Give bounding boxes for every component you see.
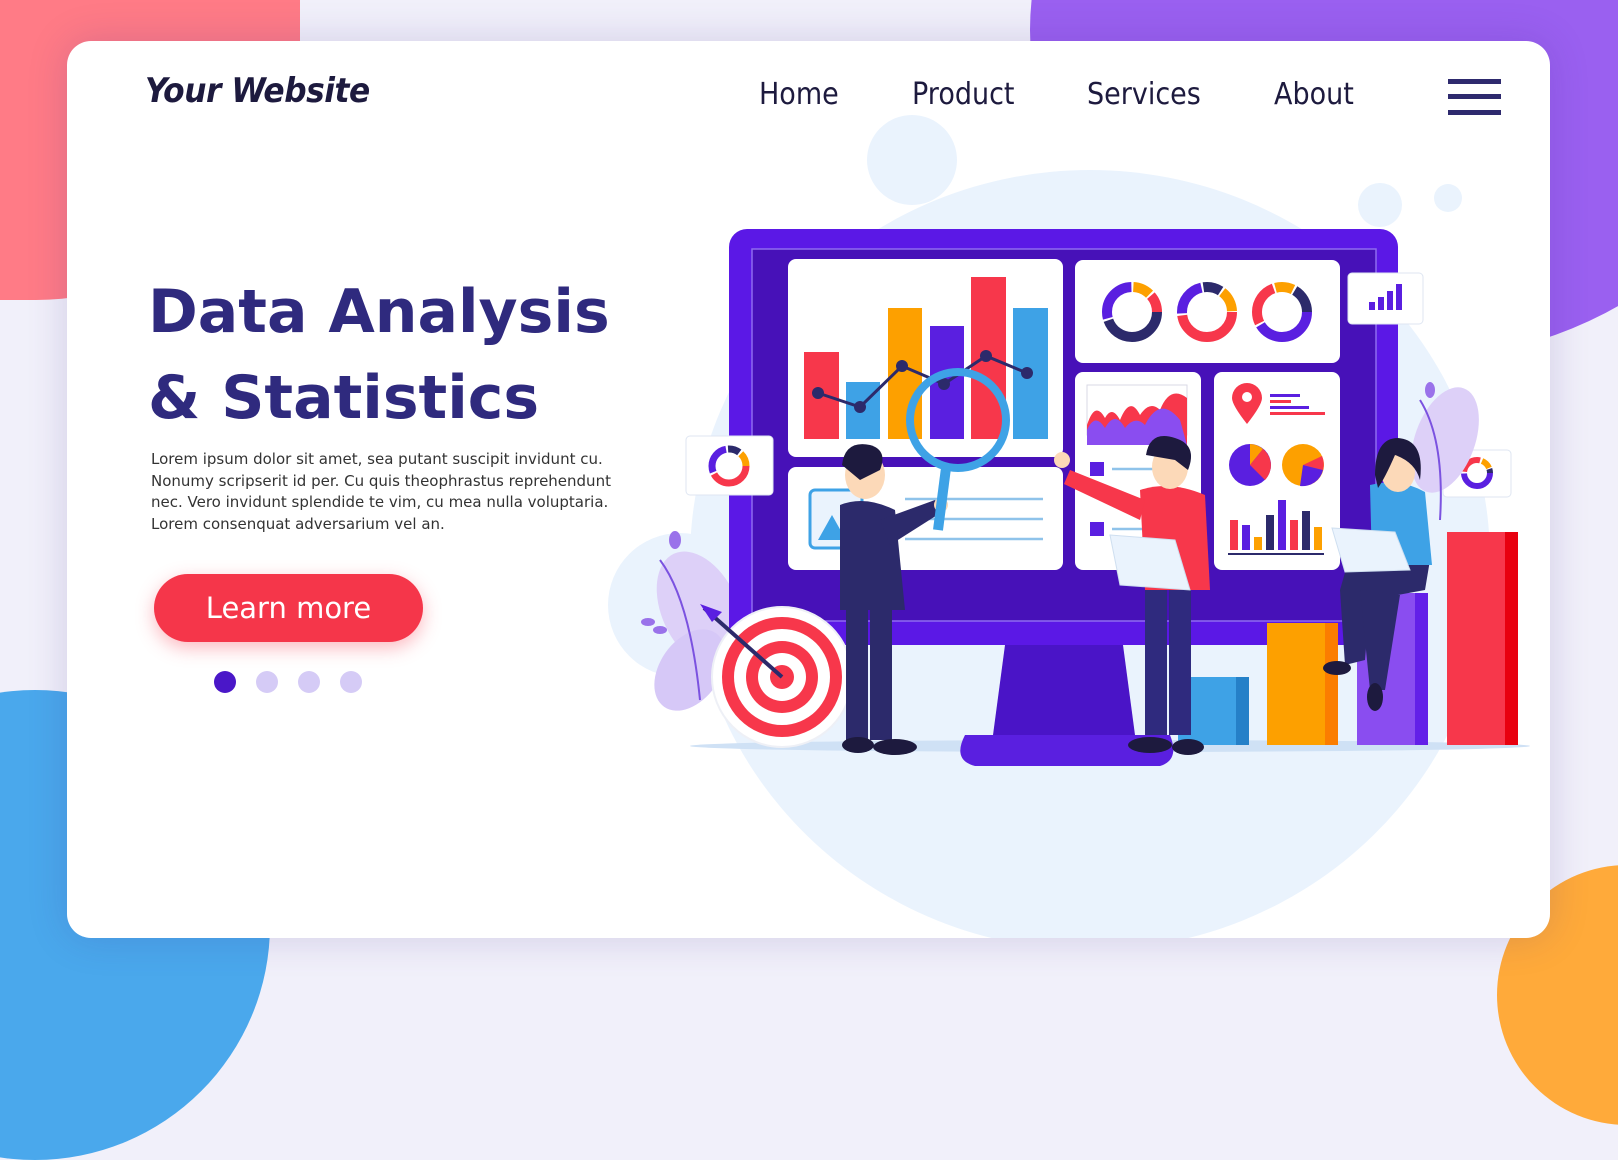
backdrop-circle-tiny-2 (1434, 184, 1462, 212)
landing-card: Your Website Home Product Services About… (67, 41, 1550, 938)
hero-title-line2: & Statistics (148, 363, 540, 433)
monitor-stand (993, 645, 1135, 735)
carousel-dot-4[interactable] (340, 671, 362, 693)
carousel-dot-3[interactable] (298, 671, 320, 693)
nav-about[interactable]: About (1274, 77, 1354, 112)
hamburger-line (1448, 94, 1501, 99)
hero-title: Data Analysis & Statistics (148, 269, 610, 441)
target-icon (700, 604, 853, 748)
floating-card-donut-left (685, 435, 774, 496)
main-nav: Home Product Services About (759, 77, 1354, 112)
hero-title-line1: Data Analysis (148, 277, 610, 347)
hamburger-menu-icon[interactable] (1448, 79, 1501, 115)
backdrop-circle-small (867, 115, 957, 205)
site-logo[interactable]: Your Website (145, 71, 370, 111)
floating-card-signal (1347, 272, 1424, 325)
carousel-dot-1[interactable] (214, 671, 236, 693)
hero-description: Lorem ipsum dolor sit amet, sea putant s… (151, 450, 611, 533)
hamburger-line (1448, 110, 1501, 115)
panel-donuts (1075, 260, 1340, 363)
hamburger-line (1448, 79, 1501, 84)
learn-more-button[interactable]: Learn more (154, 574, 423, 642)
carousel-dots (214, 671, 362, 693)
carousel-dot-2[interactable] (256, 671, 278, 693)
backdrop-circle-tiny (1358, 183, 1402, 227)
nav-services[interactable]: Services (1087, 77, 1201, 112)
nav-home[interactable]: Home (759, 77, 839, 112)
nav-product[interactable]: Product (912, 77, 1015, 112)
